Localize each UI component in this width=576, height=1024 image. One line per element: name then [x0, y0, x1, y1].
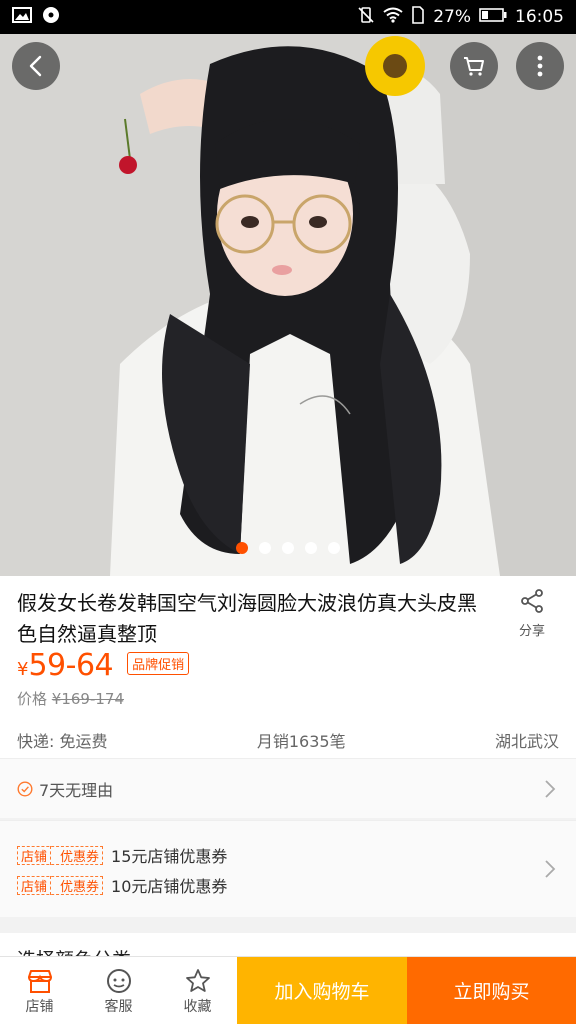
more-icon	[537, 55, 543, 77]
coupon-tag: 店铺 优惠券	[17, 875, 104, 895]
clock: 16:05	[515, 7, 564, 27]
original-price-label: 价格	[17, 690, 48, 708]
add-to-cart-button[interactable]: 加入购物车	[237, 957, 407, 1024]
more-button[interactable]	[516, 42, 564, 90]
gallery-dot-4[interactable]	[305, 542, 317, 554]
shipping-sales-location: 快递: 免运费 月销1635笔 湖北武汉	[17, 728, 559, 752]
chevron-right-icon	[545, 860, 556, 878]
buy-now-button[interactable]: 立即购买	[407, 957, 576, 1024]
vibrate-off-icon	[357, 6, 375, 29]
coupon-item: 店铺 优惠券 15元店铺优惠券	[17, 843, 227, 867]
promo-badge: 品牌促销	[127, 652, 190, 675]
share-label: 分享	[518, 624, 545, 639]
favorite-label: 收藏	[183, 998, 212, 1015]
service-icon	[106, 968, 131, 993]
gallery-dot-2[interactable]	[259, 542, 271, 554]
price-row: ¥ 59-64 品牌促销	[17, 648, 190, 683]
shipping: 快递: 免运费	[17, 732, 108, 751]
gallery-dot-3[interactable]	[282, 542, 294, 554]
battery-percent: 27%	[433, 7, 471, 27]
gallery-pagination	[0, 542, 576, 554]
price: 59-64	[28, 648, 114, 683]
shop-icon	[27, 969, 52, 993]
guarantee-text: 7天无理由	[39, 780, 114, 800]
guarantee-row[interactable]: 7天无理由	[0, 758, 576, 818]
original-price: ¥169-174	[51, 690, 125, 708]
sim-icon	[411, 5, 425, 29]
chevron-right-icon	[545, 779, 556, 798]
cart-button[interactable]	[450, 42, 498, 90]
gallery-dot-5[interactable]	[328, 542, 340, 554]
service-label: 客服	[104, 998, 133, 1015]
back-button[interactable]	[12, 42, 60, 90]
currency-symbol: ¥	[17, 659, 29, 680]
back-icon	[29, 55, 42, 77]
gallery-dot-1[interactable]	[236, 542, 248, 554]
product-title: 假发女长卷发韩国空气刘海圆脸大波浪仿真大头皮黑色自然逼真整顶	[17, 591, 477, 646]
star-icon	[185, 968, 210, 992]
monthly-sales: 月销1635笔	[256, 732, 346, 751]
music-notification-icon	[42, 6, 60, 29]
coupon-text: 15元店铺优惠券	[111, 847, 228, 866]
product-photo	[0, 34, 576, 576]
coupon-tag: 店铺 优惠券	[17, 845, 104, 865]
coupon-row[interactable]: 店铺 优惠券 15元店铺优惠券 店铺 优惠券 10元店铺优惠券	[0, 820, 576, 917]
status-bar: 27% 16:05	[0, 0, 576, 34]
coupon-text: 10元店铺优惠券	[111, 877, 228, 896]
location: 湖北武汉	[494, 732, 559, 751]
share-button[interactable]: 分享	[510, 588, 554, 639]
battery-icon	[479, 7, 507, 27]
share-icon	[521, 589, 543, 613]
shop-tab[interactable]: 店铺	[0, 957, 79, 1024]
product-info: 假发女长卷发韩国空气刘海圆脸大波浪仿真大头皮黑色自然逼真整顶 分享 ¥ 59-6…	[0, 576, 576, 758]
shop-label: 店铺	[25, 998, 54, 1015]
bottom-action-bar: 店铺 客服 收藏 加入购物车 立即购买	[0, 956, 576, 1024]
cart-icon	[464, 57, 484, 76]
coupon-item: 店铺 优惠券 10元店铺优惠券	[17, 873, 227, 897]
service-tab[interactable]: 客服	[79, 957, 158, 1024]
original-price-row: 价格 ¥169-174	[17, 688, 124, 709]
product-image-gallery[interactable]	[0, 34, 576, 576]
gallery-notification-icon	[12, 6, 32, 28]
favorite-tab[interactable]: 收藏	[158, 957, 237, 1024]
check-circle-icon	[17, 780, 33, 797]
wifi-icon	[383, 7, 403, 28]
